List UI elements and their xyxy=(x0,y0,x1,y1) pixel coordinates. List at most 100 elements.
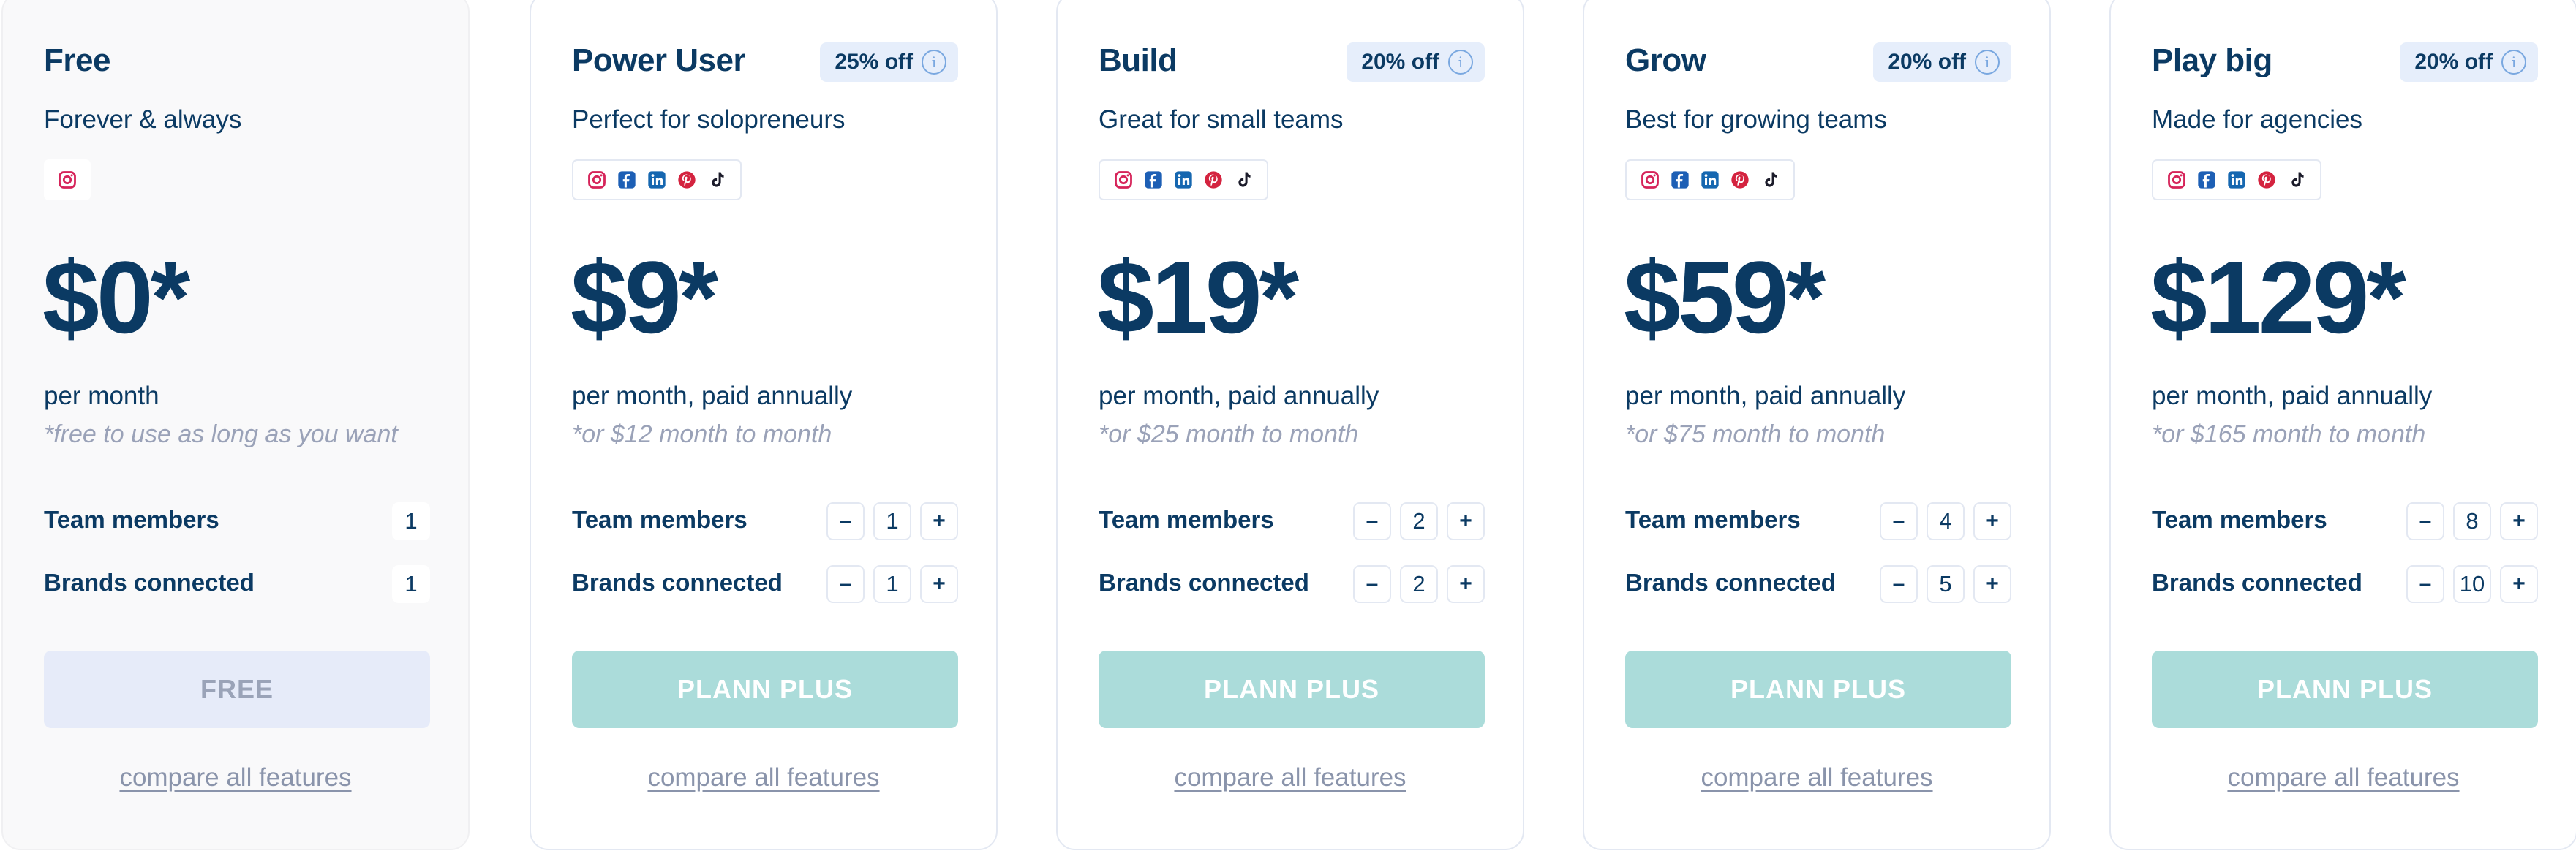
team-members-count: 1 xyxy=(873,502,911,540)
plan-subtitle: Perfect for solopreneurs xyxy=(572,105,846,134)
plan-title: Power User xyxy=(572,42,746,78)
compare-features-link[interactable]: compare all features xyxy=(1058,763,1523,792)
info-icon[interactable]: i xyxy=(1448,50,1473,75)
info-icon[interactable]: i xyxy=(922,50,946,75)
increment-button[interactable]: + xyxy=(920,502,958,540)
team-members-label: Team members xyxy=(572,506,747,533)
facebook-icon xyxy=(617,170,637,190)
tiktok-icon xyxy=(2286,170,2307,190)
decrement-button[interactable]: – xyxy=(1880,502,1918,540)
plann-plus-button[interactable]: PLANN PLUS xyxy=(572,651,958,728)
plan-period: per month xyxy=(44,382,159,410)
plan-subtitle: Made for agencies xyxy=(2152,105,2362,134)
brands-connected-label: Brands connected xyxy=(44,569,255,596)
plan-card-build: Build 20% off i Great for small teams $1… xyxy=(1056,0,1524,850)
plan-card-power-user: Power User 25% off i Perfect for solopre… xyxy=(530,0,998,850)
decrement-button[interactable]: – xyxy=(1353,565,1391,603)
info-icon[interactable]: i xyxy=(1975,50,2000,75)
discount-label: 25% off xyxy=(835,50,913,74)
plan-subtitle: Forever & always xyxy=(44,105,242,134)
decrement-button[interactable]: – xyxy=(826,502,865,540)
increment-button[interactable]: + xyxy=(1973,565,2011,603)
plan-card-grow: Grow 20% off i Best for growing teams $5… xyxy=(1583,0,2051,850)
team-members-label: Team members xyxy=(44,506,219,533)
decrement-button[interactable]: – xyxy=(1353,502,1391,540)
compare-features-link[interactable]: compare all features xyxy=(3,763,468,792)
team-members-stepper: – 1 + xyxy=(826,502,958,540)
team-members-stepper: – 4 + xyxy=(1880,502,2011,540)
social-platforms xyxy=(572,159,742,200)
brands-connected-count: 10 xyxy=(2453,565,2491,603)
facebook-icon xyxy=(1670,170,1690,190)
increment-button[interactable]: + xyxy=(920,565,958,603)
discount-badge[interactable]: 20% off i xyxy=(1347,42,1485,82)
plan-price: $0* xyxy=(42,240,190,355)
increment-button[interactable]: + xyxy=(1447,565,1485,603)
instagram-icon xyxy=(1113,170,1134,190)
social-platforms xyxy=(2152,159,2321,200)
team-members-label: Team members xyxy=(1625,506,1801,533)
decrement-button[interactable]: – xyxy=(826,565,865,603)
brands-connected-label: Brands connected xyxy=(1099,569,1309,596)
plann-plus-button[interactable]: PLANN PLUS xyxy=(2152,651,2538,728)
plan-period: per month, paid annually xyxy=(1625,382,1906,410)
discount-label: 20% off xyxy=(2414,50,2493,74)
instagram-icon xyxy=(2166,170,2187,190)
plan-title: Free xyxy=(44,42,110,78)
team-members-count: 8 xyxy=(2453,502,2491,540)
plan-note: *free to use as long as you want xyxy=(44,420,398,448)
team-members-value: 1 xyxy=(392,502,430,540)
linkedin-icon xyxy=(647,170,667,190)
discount-badge[interactable]: 20% off i xyxy=(2400,42,2538,82)
compare-features-link[interactable]: compare all features xyxy=(2111,763,2576,792)
tiktok-icon xyxy=(1233,170,1254,190)
plan-period: per month, paid annually xyxy=(1099,382,1379,410)
plan-price: $9* xyxy=(570,240,718,355)
linkedin-icon xyxy=(2226,170,2247,190)
increment-button[interactable]: + xyxy=(1447,502,1485,540)
plan-subtitle: Great for small teams xyxy=(1099,105,1344,134)
team-members-label: Team members xyxy=(2152,506,2327,533)
brands-connected-count: 1 xyxy=(873,565,911,603)
discount-label: 20% off xyxy=(1888,50,1966,74)
discount-label: 20% off xyxy=(1361,50,1439,74)
plan-note: *or $25 month to month xyxy=(1099,420,1359,448)
discount-badge[interactable]: 20% off i xyxy=(1873,42,2011,82)
free-plan-button[interactable]: FREE xyxy=(44,651,430,728)
increment-button[interactable]: + xyxy=(2500,565,2538,603)
plan-card-play-big: Play big 20% off i Made for agencies $12… xyxy=(2109,0,2576,850)
team-members-stepper: – 8 + xyxy=(2406,502,2538,540)
plann-plus-button[interactable]: PLANN PLUS xyxy=(1625,651,2011,728)
plann-plus-button[interactable]: PLANN PLUS xyxy=(1099,651,1485,728)
compare-features-link[interactable]: compare all features xyxy=(1584,763,2049,792)
facebook-icon xyxy=(2196,170,2217,190)
info-icon[interactable]: i xyxy=(2501,50,2526,75)
team-members-count: 4 xyxy=(1927,502,1965,540)
team-members-count: 2 xyxy=(1400,502,1438,540)
decrement-button[interactable]: – xyxy=(2406,502,2444,540)
decrement-button[interactable]: – xyxy=(1880,565,1918,603)
discount-badge[interactable]: 25% off i xyxy=(820,42,958,82)
decrement-button[interactable]: – xyxy=(2406,565,2444,603)
brands-connected-stepper: – 1 + xyxy=(826,565,958,603)
pinterest-icon xyxy=(1730,170,1750,190)
increment-button[interactable]: + xyxy=(2500,502,2538,540)
plan-note: *or $75 month to month xyxy=(1625,420,1886,448)
team-members-stepper: – 2 + xyxy=(1353,502,1485,540)
plan-subtitle: Best for growing teams xyxy=(1625,105,1887,134)
social-platforms xyxy=(1625,159,1795,200)
brands-connected-count: 2 xyxy=(1400,565,1438,603)
plan-price: $19* xyxy=(1097,240,1299,355)
tiktok-icon xyxy=(707,170,727,190)
brands-connected-stepper: – 10 + xyxy=(2406,565,2538,603)
plan-price: $59* xyxy=(1624,240,1826,355)
tiktok-icon xyxy=(1760,170,1780,190)
compare-features-link[interactable]: compare all features xyxy=(531,763,996,792)
brands-connected-count: 1 xyxy=(392,565,430,603)
plan-title: Grow xyxy=(1625,42,1706,78)
increment-button[interactable]: + xyxy=(1973,502,2011,540)
team-members-count: 1 xyxy=(392,502,430,540)
social-platforms xyxy=(1099,159,1268,200)
brands-connected-label: Brands connected xyxy=(572,569,783,596)
plan-note: *or $12 month to month xyxy=(572,420,832,448)
